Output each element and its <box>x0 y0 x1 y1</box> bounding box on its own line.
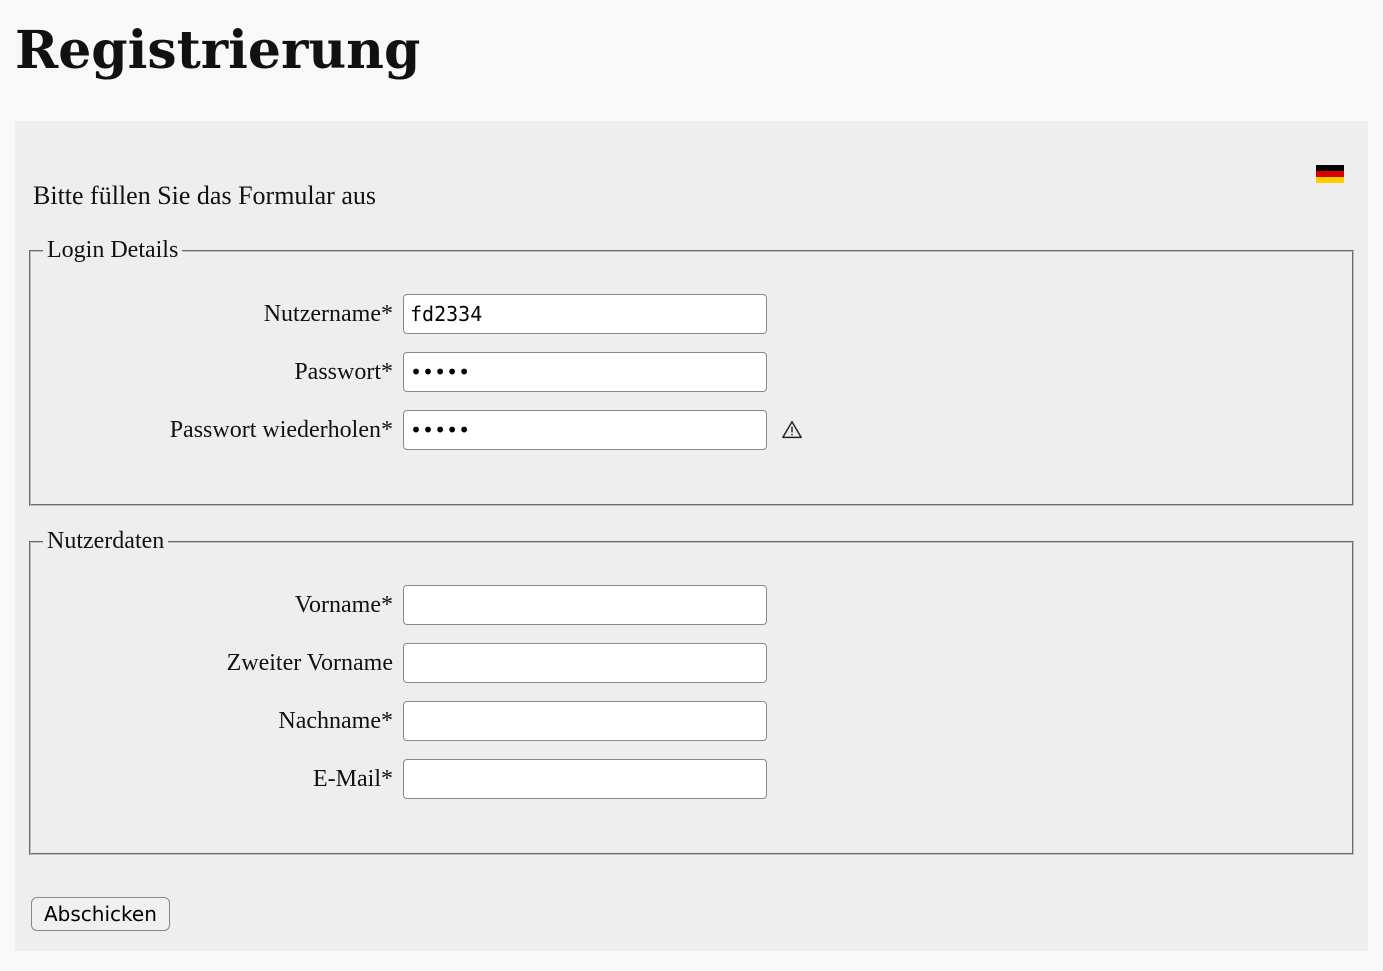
password-input[interactable] <box>403 352 767 392</box>
form-panel: Bitte füllen Sie das Formular aus Login … <box>15 121 1368 951</box>
page-title: Registrierung <box>15 20 1368 81</box>
instructions-text: Bitte füllen Sie das Formular aus <box>33 181 1356 211</box>
login-details-legend: Login Details <box>43 237 182 264</box>
username-input[interactable] <box>403 294 767 334</box>
user-data-fieldset: Nutzerdaten Vorname* Zweiter Vorname Nac… <box>29 528 1354 855</box>
password-repeat-input[interactable] <box>403 410 767 450</box>
login-details-fieldset: Login Details Nutzername* Passwort* Pass… <box>29 237 1354 506</box>
middlename-label: Zweiter Vorname <box>43 650 403 677</box>
germany-flag-icon[interactable] <box>1316 165 1344 183</box>
email-input[interactable] <box>403 759 767 799</box>
firstname-input[interactable] <box>403 585 767 625</box>
submit-button[interactable]: Abschicken <box>31 897 170 931</box>
lastname-input[interactable] <box>403 701 767 741</box>
password-repeat-label: Passwort wiederholen* <box>43 417 403 444</box>
lastname-label: Nachname* <box>43 708 403 735</box>
firstname-label: Vorname* <box>43 592 403 619</box>
username-label: Nutzername* <box>43 301 403 328</box>
password-label: Passwort* <box>43 359 403 386</box>
user-data-legend: Nutzerdaten <box>43 528 168 555</box>
warning-icon <box>781 419 803 441</box>
middlename-input[interactable] <box>403 643 767 683</box>
email-label: E-Mail* <box>43 766 403 793</box>
